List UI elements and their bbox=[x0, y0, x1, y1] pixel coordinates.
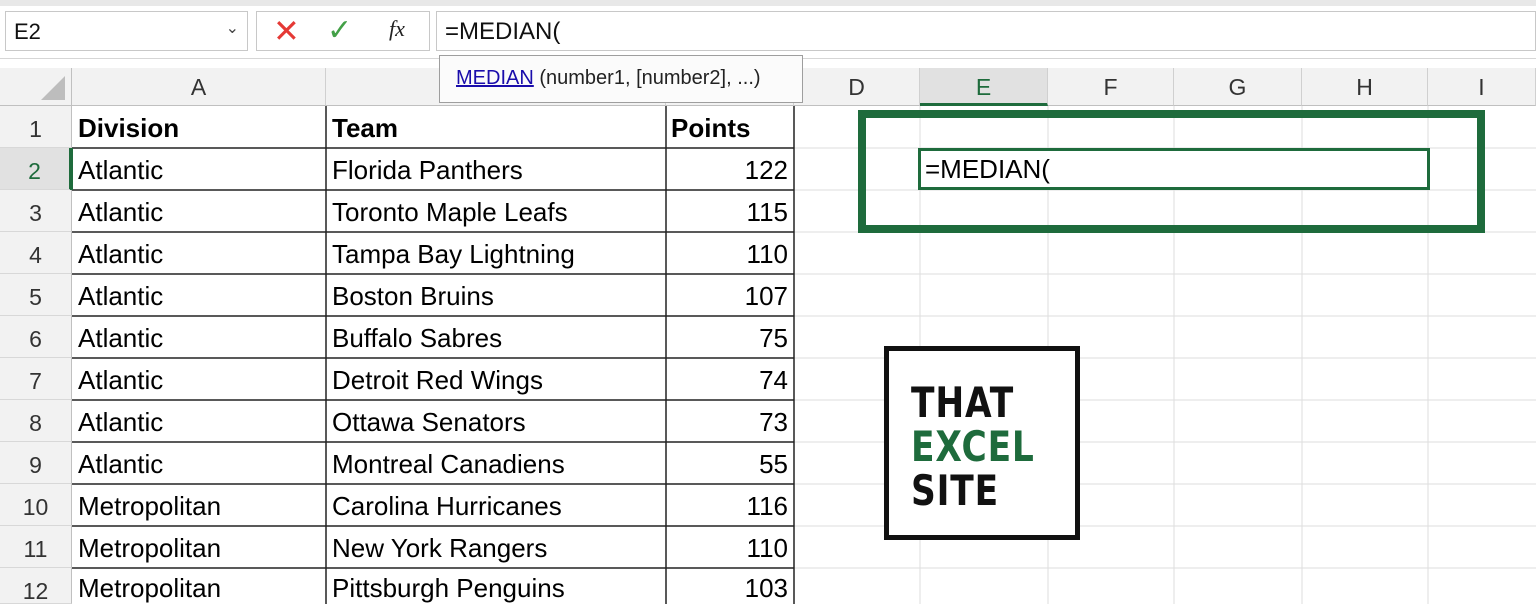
row-header-10[interactable]: 10 bbox=[0, 484, 72, 526]
table-row-points[interactable]: 110 bbox=[666, 239, 788, 270]
table-row-points[interactable]: 110 bbox=[666, 533, 788, 564]
table-row-points[interactable]: 115 bbox=[666, 197, 788, 228]
select-all-triangle-icon bbox=[41, 76, 65, 100]
table-row-team[interactable]: Boston Bruins bbox=[332, 281, 494, 312]
row-header-4[interactable]: 4 bbox=[0, 232, 72, 274]
table-row-team[interactable]: Toronto Maple Leafs bbox=[332, 197, 568, 228]
column-header-h[interactable]: H bbox=[1302, 68, 1428, 106]
table-row-team[interactable]: Tampa Bay Lightning bbox=[332, 239, 575, 270]
table-row-points[interactable]: 116 bbox=[666, 491, 788, 522]
table-row-division[interactable]: Metropolitan bbox=[78, 533, 221, 564]
table-row-team[interactable]: Pittsburgh Penguins bbox=[332, 573, 565, 604]
column-header-a[interactable]: A bbox=[72, 68, 326, 106]
table-row-points[interactable]: 74 bbox=[666, 365, 788, 396]
logo-line-2: EXCEL bbox=[911, 422, 1035, 471]
cell-c1-header[interactable]: Points bbox=[671, 113, 750, 144]
column-header-f[interactable]: F bbox=[1048, 68, 1174, 106]
table-row-division[interactable]: Atlantic bbox=[78, 155, 163, 186]
check-icon[interactable]: ✓ bbox=[327, 13, 352, 49]
function-tooltip: MEDIAN (number1, [number2], ...) bbox=[439, 55, 803, 103]
active-cell-editor[interactable]: =MEDIAN( bbox=[918, 148, 1430, 190]
cell-a1-header[interactable]: Division bbox=[78, 113, 179, 144]
table-row-points[interactable]: 103 bbox=[666, 573, 788, 604]
table-row-division[interactable]: Atlantic bbox=[78, 239, 163, 270]
function-help-link[interactable]: MEDIAN bbox=[456, 67, 534, 89]
active-cell-value: =MEDIAN( bbox=[925, 154, 1050, 184]
name-box[interactable]: E2 ⌄ bbox=[5, 11, 248, 51]
formula-input-value: =MEDIAN( bbox=[445, 18, 561, 45]
that-excel-site-logo: THAT EXCEL SITE bbox=[884, 346, 1080, 540]
table-row-division[interactable]: Atlantic bbox=[78, 323, 163, 354]
row-header-2[interactable]: 2 bbox=[0, 148, 72, 190]
row-header-12[interactable]: 12 bbox=[0, 568, 72, 604]
table-row-points[interactable]: 73 bbox=[666, 407, 788, 438]
row-header-8[interactable]: 8 bbox=[0, 400, 72, 442]
formula-buttons: ✕ ✓ fx bbox=[256, 11, 430, 51]
table-row-points[interactable]: 122 bbox=[666, 155, 788, 186]
table-row-team[interactable]: Montreal Canadiens bbox=[332, 449, 565, 480]
table-row-points[interactable]: 75 bbox=[666, 323, 788, 354]
formula-bar-area: E2 ⌄ ✕ ✓ fx =MEDIAN( bbox=[0, 0, 1536, 59]
table-row-team[interactable]: Buffalo Sabres bbox=[332, 323, 502, 354]
table-row-division[interactable]: Atlantic bbox=[78, 407, 163, 438]
table-row-team[interactable]: Florida Panthers bbox=[332, 155, 523, 186]
row-header-5[interactable]: 5 bbox=[0, 274, 72, 316]
table-row-points[interactable]: 107 bbox=[666, 281, 788, 312]
close-icon[interactable]: ✕ bbox=[273, 13, 300, 49]
table-row-team[interactable]: New York Rangers bbox=[332, 533, 547, 564]
column-header-g[interactable]: G bbox=[1174, 68, 1302, 106]
logo-line-3: SITE bbox=[911, 466, 999, 515]
chevron-down-icon[interactable]: ⌄ bbox=[226, 18, 239, 38]
row-header-7[interactable]: 7 bbox=[0, 358, 72, 400]
row-header-11[interactable]: 11 bbox=[0, 526, 72, 568]
row-header-6[interactable]: 6 bbox=[0, 316, 72, 358]
name-box-value: E2 bbox=[14, 19, 41, 44]
row-header-9[interactable]: 9 bbox=[0, 442, 72, 484]
table-row-division[interactable]: Atlantic bbox=[78, 197, 163, 228]
insert-function-button[interactable]: fx bbox=[389, 16, 405, 42]
formula-input[interactable]: =MEDIAN( bbox=[436, 11, 1536, 51]
column-header-d[interactable]: D bbox=[794, 68, 920, 106]
toolbar-strip bbox=[0, 0, 1536, 6]
column-header-e[interactable]: E bbox=[920, 68, 1048, 106]
table-row-division[interactable]: Atlantic bbox=[78, 449, 163, 480]
active-row-indicator bbox=[70, 148, 73, 190]
table-row-team[interactable]: Ottawa Senators bbox=[332, 407, 526, 438]
table-row-team[interactable]: Carolina Hurricanes bbox=[332, 491, 562, 522]
table-row-points[interactable]: 55 bbox=[666, 449, 788, 480]
table-row-division[interactable]: Metropolitan bbox=[78, 573, 221, 604]
table-row-division[interactable]: Metropolitan bbox=[78, 491, 221, 522]
table-row-division[interactable]: Atlantic bbox=[78, 365, 163, 396]
table-row-team[interactable]: Detroit Red Wings bbox=[332, 365, 543, 396]
table-row-division[interactable]: Atlantic bbox=[78, 281, 163, 312]
row-header-1[interactable]: 1 bbox=[0, 106, 72, 148]
select-all-button[interactable] bbox=[0, 68, 72, 106]
function-args: (number1, [number2], ...) bbox=[533, 67, 761, 89]
cell-b1-header[interactable]: Team bbox=[332, 113, 398, 144]
column-header-i[interactable]: I bbox=[1428, 68, 1536, 106]
row-header-3[interactable]: 3 bbox=[0, 190, 72, 232]
logo-line-1: THAT bbox=[911, 378, 1015, 427]
